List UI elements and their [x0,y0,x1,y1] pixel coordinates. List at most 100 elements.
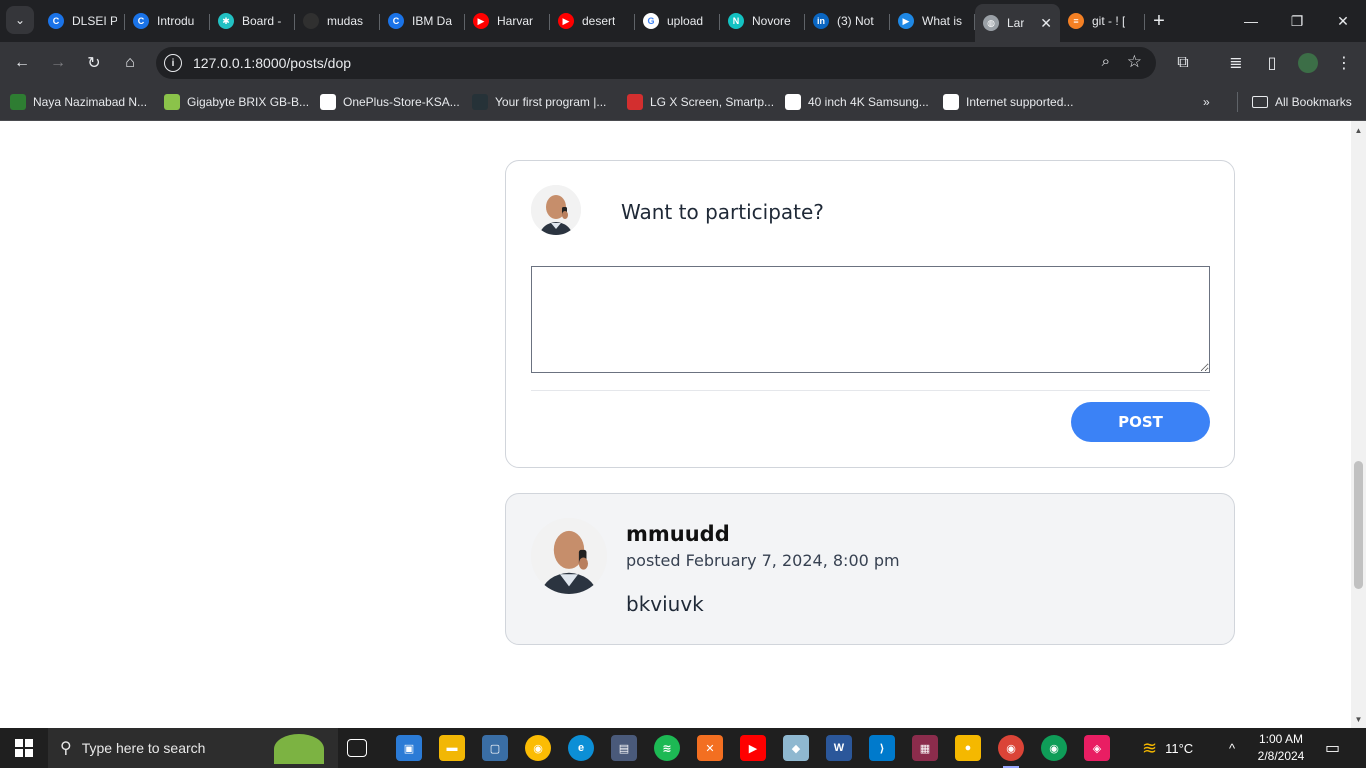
url-text[interactable]: 127.0.0.1:8000/posts/dop [193,55,351,71]
vscode-icon[interactable]: ⟩ [869,735,895,761]
spotify-icon[interactable]: ≋ [654,735,680,761]
taskbar-clock[interactable]: 1:00 AM 2/8/2024 [1250,731,1312,765]
browser-tab[interactable]: C IBM Da [380,4,465,38]
browser-tab[interactable]: N Novore [720,4,805,38]
browser-tab[interactable]: ◍ Lar ✕ [975,4,1060,42]
scroll-up-icon[interactable]: ▲ [1351,123,1366,137]
edge-icon[interactable]: e [568,735,594,761]
browser-tab[interactable]: C Introdu [125,4,210,38]
clock-time: 1:00 AM [1258,732,1304,746]
bookmark-item[interactable]: 40 inch 4K Samsung... [785,93,929,111]
bookmark-favicon-icon [627,94,643,110]
chrome-profile-icon[interactable]: ◉ [1041,735,1067,761]
colorful-app-icon[interactable]: ◈ [1084,735,1110,761]
profile-avatar-icon [1298,53,1318,73]
participate-prompt: Want to participate? [621,200,824,224]
arrow-right-icon: → [50,54,66,71]
start-button[interactable] [0,728,48,768]
bookmark-favicon-icon [320,94,336,110]
chevron-double-right-icon: » [1203,95,1210,109]
extensions-button[interactable]: ⧉ [1168,48,1198,78]
bookmark-item[interactable]: Naya Nazimabad N... [10,93,147,111]
browser-tab[interactable]: ▶ What is [890,4,975,38]
browser-tab[interactable]: ≡ git - ! [ [1060,4,1145,38]
arrow-left-icon: ← [14,54,30,71]
bookmark-item[interactable]: Internet supported... [943,93,1073,111]
avatar-photo-icon [531,185,581,235]
home-button[interactable]: ⌂ [115,48,145,78]
new-tab-button[interactable]: + [1145,4,1173,38]
weather-icon: ≋ [1142,737,1158,758]
tab-title: git - ! [ [1092,14,1126,28]
all-bookmarks-label: All Bookmarks [1275,95,1352,109]
scrollbar-thumb[interactable] [1354,461,1363,589]
address-bar[interactable]: i 127.0.0.1:8000/posts/dop ⌕ ☆ [156,47,1156,79]
bookmark-label: Your first program |... [495,95,607,109]
tab-title: Harvar [497,14,534,28]
taskbar-search[interactable]: ⚲ Type here to search [48,728,338,768]
word-icon[interactable]: W [826,735,852,761]
reload-button[interactable]: ↻ [79,48,109,78]
page-content: Want to participate? POST mmuudd posted … [0,121,1366,728]
bookmark-star-icon[interactable]: ☆ [1127,52,1142,72]
task-view-icon[interactable] [347,739,367,757]
search-icon: ⚲ [60,740,72,757]
media-controls-button[interactable]: ≣ [1221,48,1251,78]
bookmark-item[interactable]: Your first program |... [472,93,606,111]
scroll-down-icon[interactable]: ▼ [1351,712,1366,726]
side-panel-button[interactable]: ▯ [1257,48,1287,78]
browser-tab[interactable]: mudas [295,4,380,38]
tray-overflow-button[interactable]: ^ [1229,728,1235,768]
tab-title: desert [582,14,616,28]
comment-textarea[interactable] [531,266,1210,373]
duck-app-icon[interactable]: ● [955,735,981,761]
browser-tab[interactable]: Gupload [635,4,720,38]
browser-tab[interactable]: ▶ desert [550,4,635,38]
browser-tab[interactable]: C DLSEI P [40,4,125,38]
post-button[interactable]: POST [1071,402,1210,442]
network-app-icon[interactable]: ▤ [611,735,637,761]
xampp-icon[interactable]: ✕ [697,735,723,761]
chrome-running-icon[interactable]: ◉ [998,735,1024,768]
tab-favicon-icon: ▶ [558,13,574,29]
app-icon[interactable]: ▢ [482,735,508,761]
bookmark-item[interactable]: Gigabyte BRIX GB-B... [164,93,309,111]
all-bookmarks-button[interactable]: All Bookmarks [1252,93,1352,111]
browser-tab[interactable]: ✱ Board - [210,4,295,38]
restore-icon: ❐ [1290,12,1304,29]
commenter-avatar [531,518,607,594]
zoom-icon[interactable]: ⌕ [1102,53,1110,70]
tab-title: IBM Da [412,14,453,28]
close-window-button[interactable]: ✕ [1320,0,1366,42]
file-explorer-icon[interactable]: ▬ [439,735,465,761]
chrome-icon[interactable]: ◉ [525,735,551,761]
menu-button[interactable]: ⋮ [1329,48,1359,78]
more-vertical-icon: ⋮ [1336,55,1352,72]
bookmark-item[interactable]: LG X Screen, Smartp... [627,93,774,111]
tab-search-button[interactable]: ⌄ [6,6,34,34]
notifications-button[interactable]: ▭ [1325,728,1340,768]
bookmark-favicon-icon [10,94,26,110]
winrar-icon[interactable]: ▦ [912,735,938,761]
browser-tab[interactable]: in (3) Not [805,4,890,38]
search-highlight-icon [274,734,324,764]
clock-date: 2/8/2024 [1257,749,1305,763]
site-info-icon[interactable]: i [164,54,182,72]
back-button[interactable]: ← [7,48,37,78]
bookmarks-overflow-button[interactable]: » [1203,93,1210,111]
comment-timestamp: posted February 7, 2024, 8:00 pm [626,551,900,570]
weather-widget[interactable]: ≋ 11°C [1142,728,1193,768]
forward-button[interactable]: → [43,48,73,78]
tab-close-icon[interactable]: ✕ [1040,15,1052,32]
restore-button[interactable]: ❐ [1274,0,1320,42]
browser-tab[interactable]: ▶ Harvar [465,4,550,38]
notes-icon[interactable]: ◆ [783,735,809,761]
tab-favicon-icon: ▶ [473,13,489,29]
youtube-icon[interactable]: ▶ [740,735,766,761]
profile-button[interactable] [1293,48,1323,78]
store-icon[interactable]: ▣ [396,735,422,761]
page-scrollbar[interactable]: ▲ ▼ [1351,121,1366,728]
minimize-button[interactable]: — [1228,0,1274,42]
bookmark-item[interactable]: OnePlus-Store-KSA... [320,93,460,111]
tab-favicon-icon: C [388,13,404,29]
